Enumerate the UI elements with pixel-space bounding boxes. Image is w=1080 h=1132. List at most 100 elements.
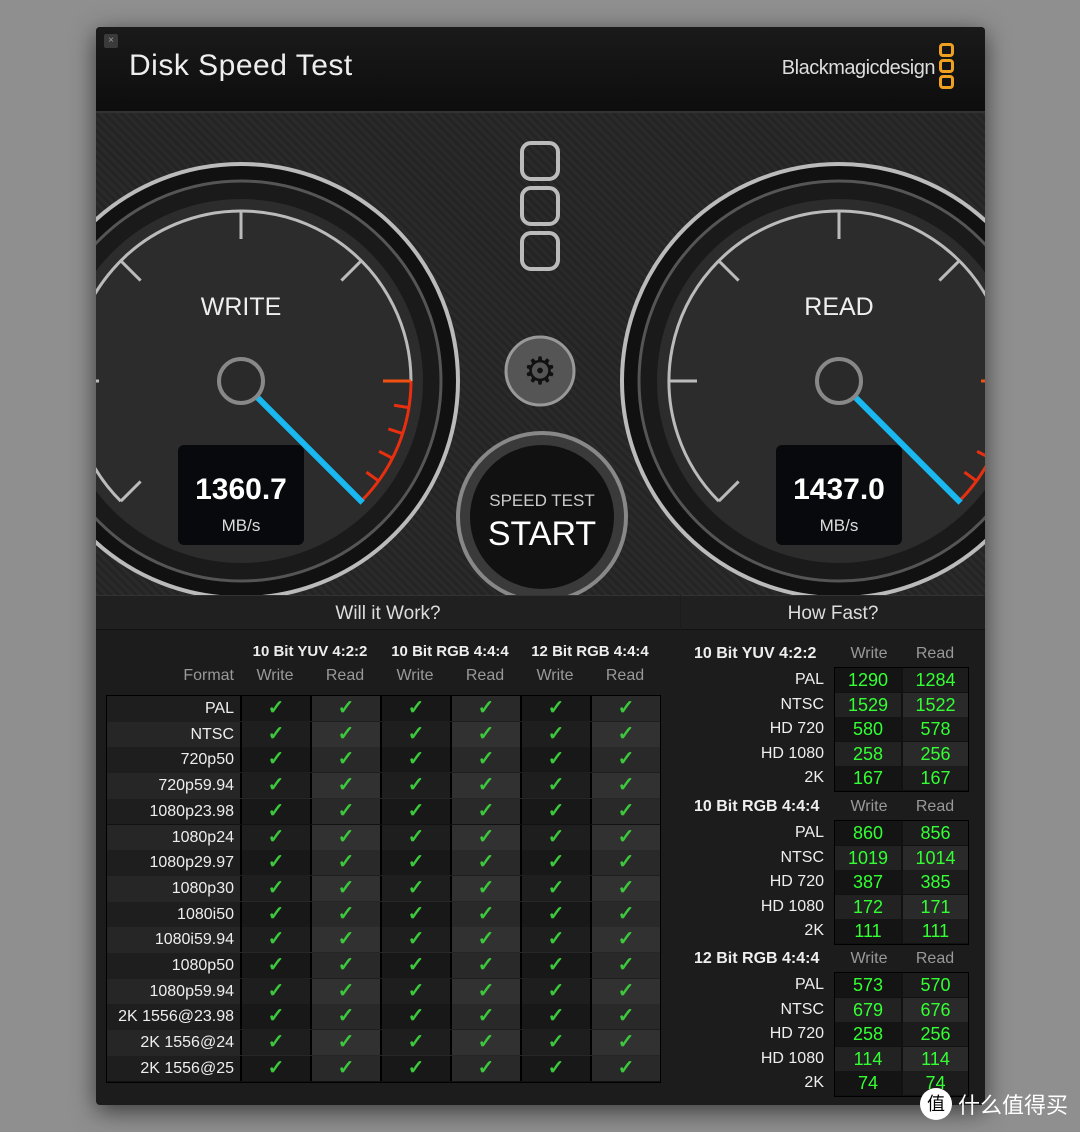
- format-name: PAL: [794, 671, 824, 688]
- format-name: NTSC: [780, 695, 824, 713]
- read-label: READ: [804, 293, 873, 321]
- write-speed: 258: [835, 741, 901, 766]
- check-icon: ✓: [240, 875, 310, 901]
- brand-logo-text: Blackmagicdesign: [781, 57, 936, 79]
- read-speed: 171: [903, 894, 968, 919]
- check-icon: ✓: [590, 798, 660, 824]
- format-name: 1080p23.98: [149, 802, 234, 820]
- start-button-subtitle: SPEED TEST: [489, 491, 595, 510]
- check-icon: ✓: [450, 747, 520, 773]
- check-icon: ✓: [450, 1030, 520, 1056]
- write-speed: 111: [835, 919, 901, 944]
- check-icon: ✓: [240, 850, 310, 876]
- read-gauge: READ 1437.0 MB/s: [620, 162, 985, 595]
- write-speed: 679: [835, 997, 901, 1022]
- subcolumn-header: Read: [325, 667, 365, 684]
- blackmagic-logo-square: [520, 141, 560, 181]
- subcolumn-header: Read: [605, 667, 645, 684]
- how-fast-section-title: 12 Bit RGB 4:4:4: [694, 950, 820, 967]
- check-icon: ✓: [450, 953, 520, 978]
- watermark-text: 什么值得买: [957, 1093, 1068, 1118]
- check-icon: ✓: [450, 773, 520, 799]
- read-speed: 570: [903, 973, 968, 997]
- check-icon: ✓: [590, 953, 660, 978]
- needle-hub: [217, 357, 265, 405]
- disk-speed-test-window: × Disk Speed Test Blackmagicdesign WRITE…: [96, 27, 985, 1105]
- check-icon: ✓: [240, 901, 310, 927]
- check-icon: ✓: [240, 798, 310, 824]
- format-name: HD 1080: [760, 1049, 824, 1067]
- write-unit: MB/s: [222, 516, 261, 535]
- subcolumn-header: Write: [396, 667, 434, 684]
- check-icon: ✓: [450, 1004, 520, 1030]
- check-icon: ✓: [380, 747, 450, 773]
- check-icon: ✓: [590, 875, 660, 901]
- format-name: 2K: [804, 769, 824, 787]
- check-icon: ✓: [380, 875, 450, 901]
- check-icon: ✓: [520, 798, 590, 824]
- check-icon: ✓: [590, 1004, 660, 1030]
- check-icon: ✓: [310, 927, 380, 953]
- write-gauge: WRITE 1360.7 MB/s: [96, 162, 460, 595]
- close-icon[interactable]: ×: [104, 34, 118, 48]
- check-icon: ✓: [240, 696, 310, 721]
- check-icon: ✓: [590, 927, 660, 953]
- format-name: 720p59.94: [158, 777, 234, 795]
- watermark-logo-icon: 值: [919, 1088, 952, 1120]
- brand-logo-icon: [939, 43, 955, 91]
- format-name: NTSC: [190, 725, 234, 743]
- check-icon: ✓: [590, 1030, 660, 1056]
- check-icon: ✓: [310, 747, 380, 773]
- check-icon: ✓: [380, 953, 450, 978]
- title-bar: × Disk Speed Test Blackmagicdesign: [96, 27, 985, 113]
- check-icon: ✓: [520, 875, 590, 901]
- check-icon: ✓: [240, 824, 310, 850]
- check-icon: ✓: [380, 850, 450, 876]
- read-column-header: Read: [915, 950, 955, 967]
- check-icon: ✓: [240, 1055, 310, 1081]
- write-speed: 258: [835, 1022, 901, 1047]
- write-speed: 1529: [835, 692, 901, 717]
- format-name: 2K 1556@24: [140, 1034, 234, 1052]
- write-speed: 172: [835, 894, 901, 919]
- read-speed: 167: [903, 766, 968, 791]
- check-icon: ✓: [380, 1030, 450, 1056]
- check-icon: ✓: [520, 927, 590, 953]
- write-speed: 114: [835, 1046, 901, 1071]
- write-column-header: Write: [850, 645, 888, 662]
- check-icon: ✓: [590, 824, 660, 850]
- check-icon: ✓: [240, 773, 310, 799]
- check-icon: ✓: [450, 850, 520, 876]
- format-name: HD 1080: [760, 897, 824, 915]
- read-speed: 676: [903, 997, 968, 1022]
- will-it-work-title: Will it Work?: [96, 595, 680, 630]
- check-icon: ✓: [380, 978, 450, 1004]
- read-speed: 578: [903, 717, 968, 742]
- format-name: 2K: [804, 922, 824, 940]
- check-icon: ✓: [380, 773, 450, 799]
- format-name: 2K 1556@25: [140, 1059, 234, 1077]
- check-icon: ✓: [240, 747, 310, 773]
- check-icon: ✓: [520, 953, 590, 978]
- subcolumn-header: Write: [536, 667, 574, 684]
- settings-gear-button[interactable]: ⚙: [504, 335, 576, 407]
- read-speed: 856: [903, 821, 968, 845]
- check-icon: ✓: [310, 901, 380, 927]
- check-icon: ✓: [240, 721, 310, 747]
- check-icon: ✓: [310, 824, 380, 850]
- format-name: 1080i50: [177, 905, 234, 923]
- write-speed: 74: [835, 1071, 901, 1096]
- read-column-header: Read: [915, 645, 955, 662]
- format-name: 1080p30: [171, 879, 234, 897]
- start-button[interactable]: SPEED TEST START: [456, 431, 628, 595]
- check-icon: ✓: [310, 875, 380, 901]
- check-icon: ✓: [590, 773, 660, 799]
- check-icon: ✓: [310, 798, 380, 824]
- check-icon: ✓: [590, 901, 660, 927]
- check-icon: ✓: [310, 953, 380, 978]
- check-icon: ✓: [450, 978, 520, 1004]
- read-speed: 114: [903, 1046, 968, 1071]
- check-icon: ✓: [450, 721, 520, 747]
- read-speed: 256: [903, 741, 968, 766]
- check-icon: ✓: [520, 1004, 590, 1030]
